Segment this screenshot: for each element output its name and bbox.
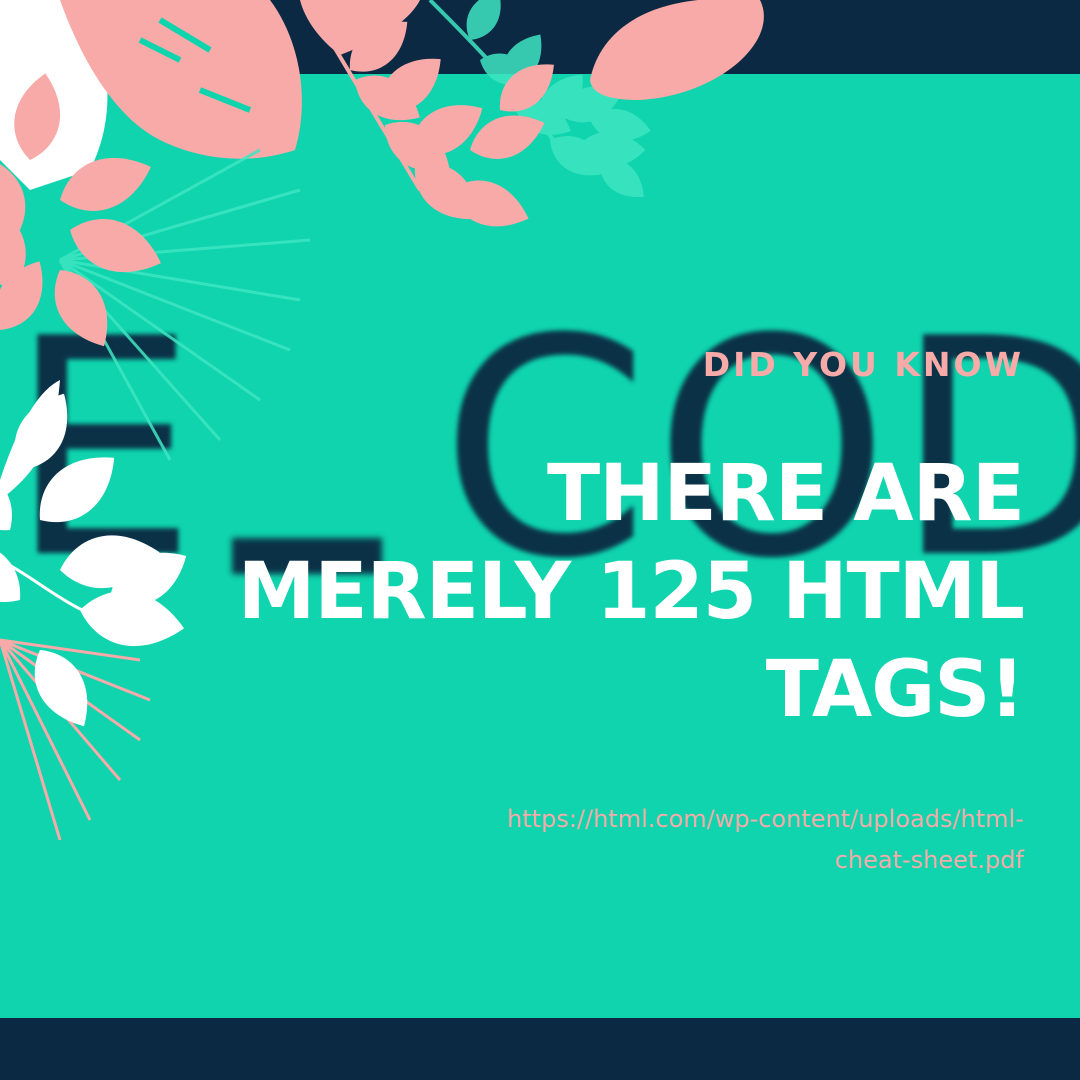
eyebrow-heading: DID YOU KNOW	[702, 345, 1024, 384]
headline-line-1: THERE ARE	[547, 449, 1025, 539]
source-url-line-2: cheat-sheet.pdf	[834, 846, 1024, 874]
graphic-canvas: E COD DID YOU KNOW THERE ARE MERELY 125 …	[0, 0, 1080, 1080]
headline-line-3: TAGS!	[765, 645, 1025, 735]
headline-line-2: MERELY 125 HTML	[237, 547, 1025, 637]
headline: THERE ARE MERELY 125 HTML TAGS!	[204, 445, 1025, 739]
fact-text-block: DID YOU KNOW THERE ARE MERELY 125 HTML T…	[204, 345, 1025, 881]
source-url-line-1: https://html.com/wp-content/uploads/html…	[507, 805, 1024, 833]
source-url: https://html.com/wp-content/uploads/html…	[204, 799, 1024, 881]
